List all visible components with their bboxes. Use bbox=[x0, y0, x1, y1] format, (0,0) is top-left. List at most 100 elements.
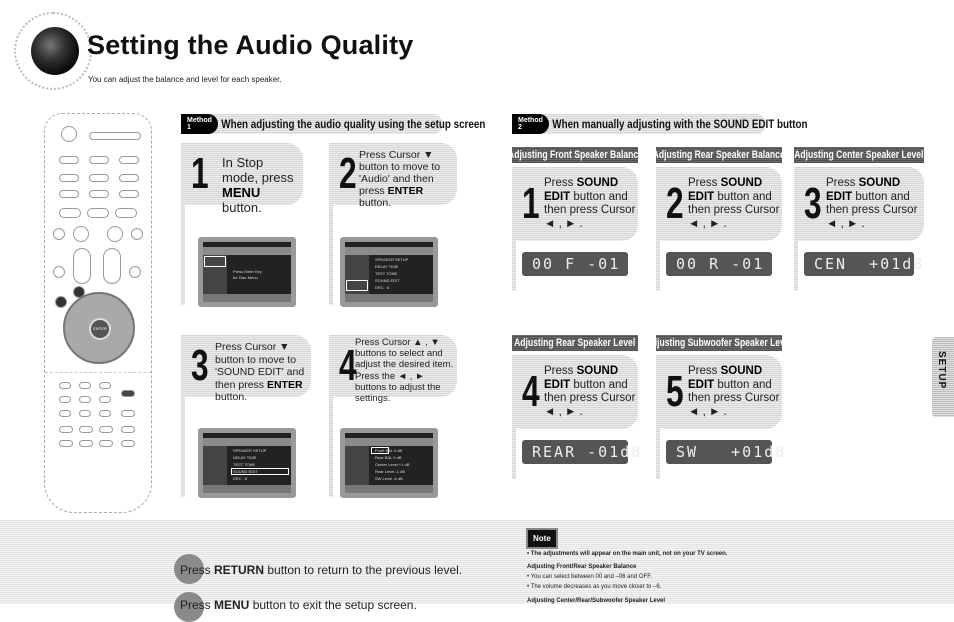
tuner-illustration bbox=[103, 248, 121, 284]
step-number: 4 bbox=[522, 367, 540, 416]
step-number: 1 bbox=[191, 149, 209, 198]
screen-row: Rear Level -1 dB bbox=[375, 469, 406, 474]
method2-step-2: 2 Press SOUND EDIT button and then press… bbox=[656, 167, 782, 241]
method2-step-5: 5 Press SOUND EDIT button and then press… bbox=[656, 355, 782, 429]
step-text: Press SOUND EDIT button and then press C… bbox=[826, 177, 918, 230]
screen-row: Center Level +1 dB bbox=[375, 462, 410, 467]
tv-screen-sound-edit: Front BAL 0 dB Rear BAL 0 dB Center Leve… bbox=[340, 428, 438, 498]
front-panel-display: SW +01dB bbox=[666, 440, 784, 464]
stem bbox=[512, 241, 516, 291]
play-pause-illustration bbox=[107, 226, 123, 242]
setup-tab-label: SETUP bbox=[936, 351, 947, 390]
ripping-illustration bbox=[59, 190, 79, 198]
info-illustration bbox=[99, 440, 113, 447]
tv-dvd-switch-illustration bbox=[89, 132, 141, 140]
tv-screen-audio-menu: SPEAKER SETUP DELAY TIME TEST TONE SOUND… bbox=[340, 237, 438, 307]
step-text: In Stop mode, press MENU button. bbox=[222, 155, 294, 215]
method1-badge: Method 1 bbox=[181, 114, 218, 134]
note-subheading: Adjusting Front/Rear Speaker Balance bbox=[527, 564, 637, 570]
subtitle-right-illustration bbox=[129, 266, 141, 278]
section-header: Adjusting Rear Speaker Level bbox=[512, 335, 638, 351]
page-subtitle: You can adjust the balance and level for… bbox=[88, 75, 282, 84]
next-illustration bbox=[131, 228, 143, 240]
tuning-mid-illustration bbox=[87, 208, 109, 218]
num-3-illustration bbox=[99, 382, 111, 389]
method1-title: When adjusting the audio quality using t… bbox=[221, 117, 486, 131]
tv-video-illustration bbox=[89, 156, 109, 164]
screen-row: DRC : 8 bbox=[375, 285, 390, 290]
note-subheading: Adjusting Center/Rear/Subwoofer Speaker … bbox=[527, 598, 666, 604]
front-panel-display: 00 R -01 bbox=[666, 252, 772, 276]
screen-row: Press Enter Key bbox=[233, 269, 262, 274]
method1-step-3: 3 Press Cursor ▼ button to move to 'SOUN… bbox=[181, 335, 311, 403]
step-text: Press SOUND EDIT button and then press C… bbox=[688, 365, 780, 418]
enter-button-illustration: ENTER bbox=[89, 318, 111, 340]
remain-illustration bbox=[99, 426, 113, 433]
tuning-plus-illustration bbox=[115, 208, 137, 218]
screen-row: TEST TONE bbox=[375, 271, 398, 276]
screen-row: for Disc Menu bbox=[233, 275, 258, 280]
screen-row: DELAY TIME bbox=[233, 455, 257, 460]
step-text: Press SOUND EDIT button and then press C… bbox=[544, 177, 636, 230]
ez-view-illustration bbox=[59, 440, 73, 447]
section-header: Adjusting Center Speaker Level bbox=[794, 147, 924, 163]
tv-screen-sound-edit-select: SPEAKER SETUP DELAY TIME TEST TONE SOUND… bbox=[198, 428, 296, 498]
return-instruction: Press RETURN button to return to the pre… bbox=[180, 563, 463, 577]
stem bbox=[512, 429, 516, 479]
mode-illustration bbox=[119, 156, 139, 164]
section-header: Adjusting Rear Speaker Balance bbox=[652, 147, 786, 163]
section-header: Adjusting Subwoofer Speaker Level bbox=[645, 335, 793, 351]
method2-header: Method 2 When manually adjusting with th… bbox=[512, 114, 807, 134]
screen-row: SOUND EDIT bbox=[375, 278, 400, 283]
stem bbox=[656, 429, 660, 479]
step-text: Press Cursor ▲ , ▼ buttons to select and… bbox=[355, 337, 454, 405]
screen-row: SPEAKER SETUP bbox=[233, 448, 267, 453]
menu-instruction: Press MENU button to exit the setup scre… bbox=[180, 598, 417, 612]
tuning-minus-illustration bbox=[59, 208, 81, 218]
stop-illustration bbox=[73, 226, 89, 242]
power-button-illustration bbox=[61, 126, 77, 142]
num-5-illustration bbox=[79, 396, 91, 403]
method1-header: Method 1 When adjusting the audio qualit… bbox=[181, 114, 485, 134]
open-close-illustration bbox=[59, 156, 79, 164]
disc-skip-illustration bbox=[59, 174, 79, 182]
step-number: 1 bbox=[522, 179, 540, 228]
stem bbox=[329, 205, 333, 305]
setup-side-tab[interactable]: SETUP bbox=[932, 337, 954, 417]
method2-step-4: 4 Press SOUND EDIT button and then press… bbox=[512, 355, 638, 429]
stem bbox=[181, 205, 185, 305]
screen-row: SOUND EDIT bbox=[233, 469, 258, 474]
section-header: Adjusting Front Speaker Balance bbox=[507, 147, 643, 163]
num-9-illustration bbox=[99, 410, 111, 417]
step-number: 3 bbox=[191, 341, 209, 390]
method2-badge: Method 2 bbox=[512, 114, 549, 134]
step-number: 5 bbox=[666, 367, 684, 416]
screen-row: SW Level -6 dB bbox=[375, 476, 403, 481]
repeat-illustration bbox=[121, 410, 135, 417]
stem bbox=[794, 241, 798, 291]
tv-screen-dvd-menu: Press Enter Key for Disc Menu bbox=[198, 237, 296, 307]
step-text: Press Cursor ▼ button to move to 'Audio'… bbox=[359, 149, 441, 209]
logo-illustration bbox=[59, 426, 73, 433]
step-number: 3 bbox=[804, 179, 822, 228]
stem bbox=[181, 397, 185, 497]
method1-step-2: 2 Press Cursor ▼ button to move to 'Audi… bbox=[329, 143, 457, 209]
screen-row: Front BAL 0 dB bbox=[375, 448, 403, 453]
note-badge: Note bbox=[526, 528, 558, 549]
screen-row: DRC : 8 bbox=[233, 476, 248, 481]
front-panel-display: CEN +01dB bbox=[804, 252, 922, 276]
screen-row: DELAY TIME bbox=[375, 264, 399, 269]
num-6-illustration bbox=[99, 396, 111, 403]
num-1-illustration bbox=[59, 382, 71, 389]
note-line: • You can select between 00 and –06 and … bbox=[527, 574, 652, 580]
prev-illustration bbox=[53, 228, 65, 240]
stem bbox=[329, 397, 333, 497]
extra-illustration bbox=[121, 440, 135, 447]
note-line: • The adjustments will appear on the mai… bbox=[527, 551, 728, 557]
highlight bbox=[204, 256, 226, 267]
volume-illustration bbox=[73, 248, 91, 284]
num-0-illustration bbox=[79, 426, 93, 433]
return-button-illustration bbox=[55, 296, 67, 308]
page-title: Setting the Audio Quality bbox=[87, 30, 414, 60]
remote-control-illustration: ENTER bbox=[44, 113, 152, 513]
